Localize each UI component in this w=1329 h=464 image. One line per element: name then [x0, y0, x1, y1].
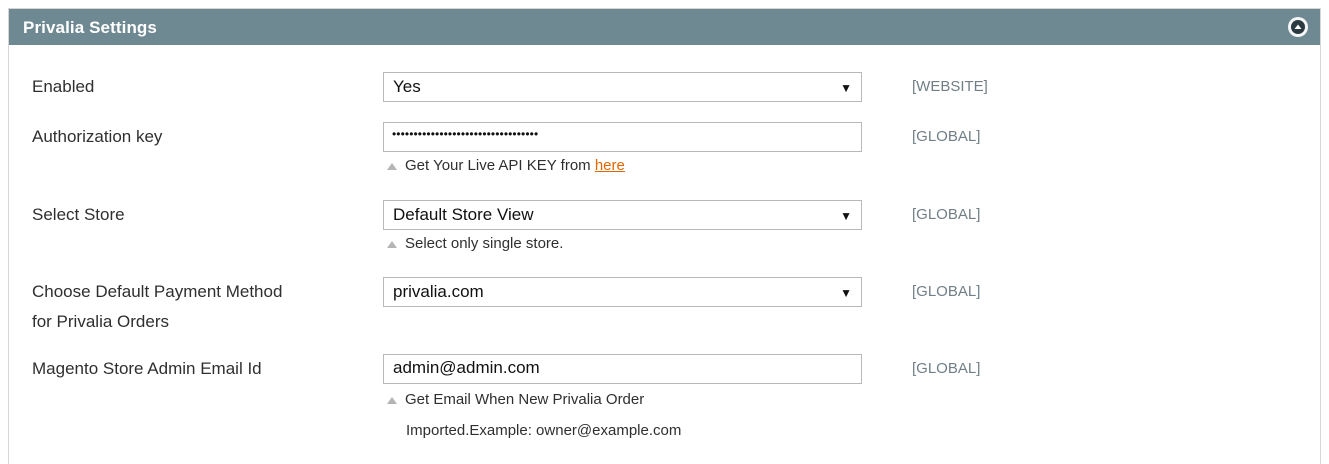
auth-key-note-text: Get Your Live API KEY from — [405, 157, 595, 174]
payment-label-line1: Choose Default Payment Method — [32, 282, 283, 301]
collapse-up-icon[interactable] — [1288, 17, 1308, 37]
email-input[interactable]: admin@admin.com — [383, 354, 862, 384]
note-arrow-icon — [387, 240, 397, 248]
email-scope: [GLOBAL] — [912, 360, 981, 377]
dropdown-arrow-icon: ▼ — [840, 209, 852, 223]
email-note-line2: Imported.Example: owner@example.com — [406, 422, 682, 439]
email-note: Get Email When New Privalia Order — [387, 385, 644, 415]
payment-select[interactable]: privalia.com ▼ — [383, 277, 862, 307]
store-note-text: Select only single store. — [405, 235, 564, 252]
payment-select-value: privalia.com — [393, 282, 484, 301]
store-scope: [GLOBAL] — [912, 206, 981, 223]
auth-key-value: •••••••••••••••••••••••••••••••••• — [392, 127, 539, 141]
note-arrow-icon — [387, 162, 397, 170]
enabled-select-value: Yes — [393, 77, 421, 96]
email-label: Magento Store Admin Email Id — [32, 359, 262, 378]
dropdown-arrow-icon: ▼ — [840, 81, 852, 95]
payment-label-line2: for Privalia Orders — [32, 312, 169, 331]
auth-key-input[interactable]: •••••••••••••••••••••••••••••••••• — [383, 122, 862, 152]
store-note: Select only single store. — [387, 229, 563, 259]
auth-key-label: Authorization key — [32, 127, 163, 146]
auth-key-scope: [GLOBAL] — [912, 128, 981, 145]
email-value: admin@admin.com — [393, 358, 540, 377]
auth-key-note: Get Your Live API KEY from here — [387, 151, 625, 181]
dropdown-arrow-icon: ▼ — [840, 286, 852, 300]
enabled-select[interactable]: Yes ▼ — [383, 72, 862, 102]
enabled-label: Enabled — [32, 77, 95, 96]
panel-title: Privalia Settings — [23, 18, 157, 37]
enabled-scope: [WEBSITE] — [912, 78, 988, 95]
email-note-line1: Get Email When New Privalia Order — [405, 391, 645, 408]
panel-header[interactable]: Privalia Settings — [9, 9, 1320, 45]
store-select-value: Default Store View — [393, 205, 534, 224]
api-key-link[interactable]: here — [595, 157, 625, 174]
note-arrow-icon — [387, 396, 397, 404]
payment-scope: [GLOBAL] — [912, 283, 981, 300]
store-label: Select Store — [32, 205, 125, 224]
store-select[interactable]: Default Store View ▼ — [383, 200, 862, 230]
